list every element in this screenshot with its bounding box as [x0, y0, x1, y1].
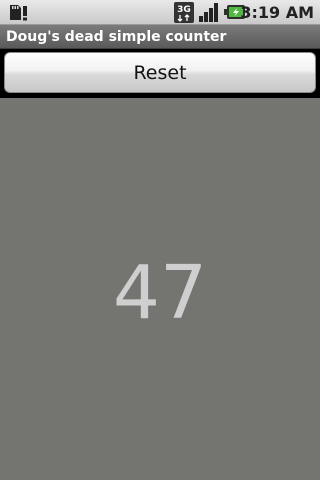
app-title: Doug's dead simple counter	[6, 29, 227, 45]
network-type-label: 3G	[177, 5, 191, 15]
status-bar: 3G 3:19 AM	[0, 0, 320, 25]
sd-card-warning-icon	[8, 3, 30, 22]
status-bar-clock: 3:19 AM	[240, 3, 314, 22]
reset-button[interactable]: Reset	[4, 52, 316, 93]
signal-strength-icon	[198, 2, 220, 23]
app-title-bar: Doug's dead simple counter	[0, 25, 320, 49]
counter-value: 47	[112, 250, 208, 336]
toolbar: Reset	[0, 49, 320, 98]
counter-panel[interactable]: 47	[0, 98, 320, 480]
3g-data-icon: 3G	[174, 2, 194, 23]
